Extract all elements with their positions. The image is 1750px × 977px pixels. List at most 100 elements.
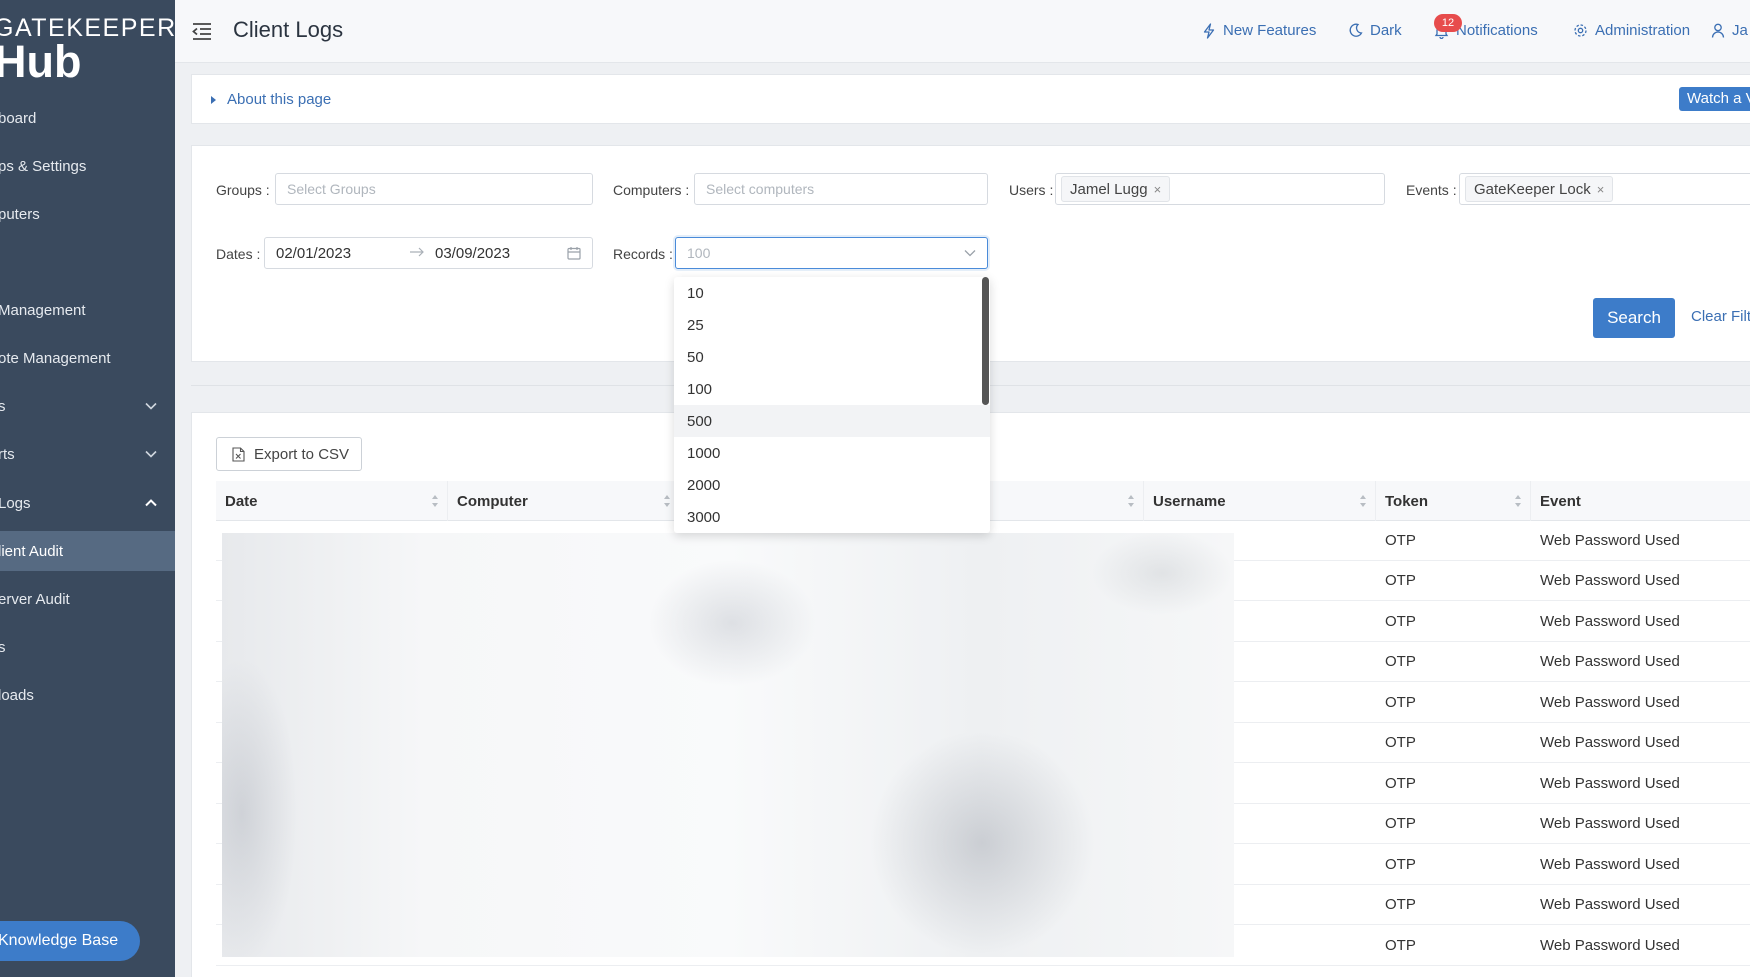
records-option[interactable]: 3000 [674,501,990,533]
knowledge-base-button[interactable]: Knowledge Base [0,921,140,961]
search-button[interactable]: Search [1593,298,1675,338]
remove-tag-icon[interactable]: × [1154,182,1162,197]
watch-video-button[interactable]: Watch a Video [1679,87,1750,111]
event-cell: Web Password Used [1540,775,1680,792]
token-cell: OTP [1385,532,1416,549]
token-cell: OTP [1385,613,1416,630]
events-select[interactable]: GateKeeper Lock × [1459,173,1750,205]
token-cell: OTP [1385,775,1416,792]
new-features-label: New Features [1223,22,1317,39]
records-option[interactable]: 1000 [674,437,990,469]
sort-icon[interactable] [1514,494,1522,508]
user-name: Ja [1732,22,1748,39]
sort-icon[interactable] [1127,494,1135,508]
dark-mode-toggle[interactable]: Dark [1348,22,1402,39]
token-cell: OTP [1385,856,1416,873]
sidebar-item-management[interactable]: Management [0,290,175,330]
records-option[interactable]: 50 [674,341,990,373]
sidebar-item-server-audit[interactable]: erver Audit [0,579,175,619]
date-range-picker[interactable]: 02/01/2023 03/09/2023 [264,237,593,269]
sidebar-item-label: ps & Settings [0,157,87,175]
top-header: Client Logs New Features Dark Notificati… [175,0,1750,63]
date-to-input[interactable]: 03/09/2023 [435,245,510,262]
user-icon [1711,23,1725,38]
remove-tag-icon[interactable]: × [1597,182,1605,197]
administration-label: Administration [1595,22,1691,39]
records-dropdown-menu: 10 25 50 100 500 1000 2000 3000 [674,277,990,533]
records-option[interactable]: 25 [674,309,990,341]
records-option[interactable]: 100 [674,373,990,405]
event-cell: Web Password Used [1540,613,1680,630]
sidebar-item-dashboard[interactable]: board [0,98,175,138]
event-cell: Web Password Used [1540,856,1680,873]
sidebar-item-label: rts [0,445,15,463]
groups-select[interactable]: Select Groups [275,173,593,205]
sidebar-item-blank[interactable] [0,242,175,282]
about-this-page-toggle[interactable]: About this page [210,91,331,108]
user-menu[interactable]: Ja [1711,22,1748,39]
sidebar-item-computers[interactable]: puters [0,194,175,234]
groups-label: Groups : [216,182,270,198]
dropdown-scrollbar[interactable] [982,277,989,405]
event-cell: Web Password Used [1540,572,1680,589]
records-select[interactable]: 100 [675,237,988,269]
records-option[interactable]: 2000 [674,469,990,501]
event-cell: Web Password Used [1540,532,1680,549]
arrow-right-icon [409,246,425,258]
event-cell: Web Password Used [1540,815,1680,832]
token-cell: OTP [1385,653,1416,670]
records-label: Records : [613,246,673,262]
chevron-down-icon [145,400,157,412]
token-cell: OTP [1385,734,1416,751]
records-option-hovered[interactable]: 500 [674,405,990,437]
sidebar-item-collapsible-1[interactable]: s [0,386,175,426]
column-header-event[interactable]: Event [1531,481,1750,521]
token-cell: OTP [1385,896,1416,913]
sidebar-item-reports[interactable]: rts [0,434,175,474]
sort-icon[interactable] [1359,494,1367,508]
sidebar-item-client-audit[interactable]: lient Audit [0,531,175,571]
about-label: About this page [227,91,332,108]
users-select[interactable]: Jamel Lugg × [1055,173,1385,205]
events-label: Events : [1406,182,1457,198]
export-csv-button[interactable]: Export to CSV [216,437,362,471]
sidebar-item-label: lient Audit [0,542,64,560]
sidebar-item-setup-settings[interactable]: ps & Settings [0,146,175,186]
sidebar-item-label: puters [0,205,40,223]
clear-filters-link[interactable]: Clear Filters [1691,308,1750,325]
sidebar-item-misc[interactable]: s [0,627,175,667]
dark-label: Dark [1370,22,1402,39]
column-header-token[interactable]: Token [1376,481,1531,521]
computers-select[interactable]: Select computers [694,173,988,205]
sidebar-item-logs[interactable]: Logs [0,483,175,523]
chevron-up-icon [145,497,157,509]
sort-icon[interactable] [431,494,439,508]
event-cell: Web Password Used [1540,653,1680,670]
sidebar-item-label: board [0,109,37,127]
token-cell: OTP [1385,937,1416,954]
sidebar-item-remote-management[interactable]: ote Management [0,338,175,378]
column-header-date[interactable]: Date [216,481,448,521]
user-tag: Jamel Lugg × [1061,176,1171,202]
event-cell: Web Password Used [1540,937,1680,954]
gatekeeper-hub-logo[interactable]: GATEKEEPER Hub [0,16,175,85]
event-cell: Web Password Used [1540,896,1680,913]
date-from-input[interactable]: 02/01/2023 [276,245,351,262]
new-features-link[interactable]: New Features [1202,22,1316,39]
menu-toggle-icon[interactable] [191,20,213,42]
export-label: Export to CSV [254,445,350,463]
event-tag: GateKeeper Lock × [1465,176,1614,202]
users-label: Users : [1009,182,1054,198]
sidebar-item-label: Logs [0,494,31,512]
dates-label: Dates : [216,246,261,262]
sidebar-item-label: ote Management [0,349,111,367]
computers-label: Computers : [613,182,690,198]
moon-icon [1348,23,1363,38]
user-tag-label: Jamel Lugg [1070,180,1148,198]
records-option[interactable]: 10 [674,277,990,309]
sidebar-item-downloads[interactable]: loads [0,675,175,715]
column-header-username[interactable]: Username [1144,481,1376,521]
administration-link[interactable]: Administration [1573,22,1690,39]
sort-icon[interactable] [663,494,671,508]
column-header-computer[interactable]: Computer [448,481,680,521]
